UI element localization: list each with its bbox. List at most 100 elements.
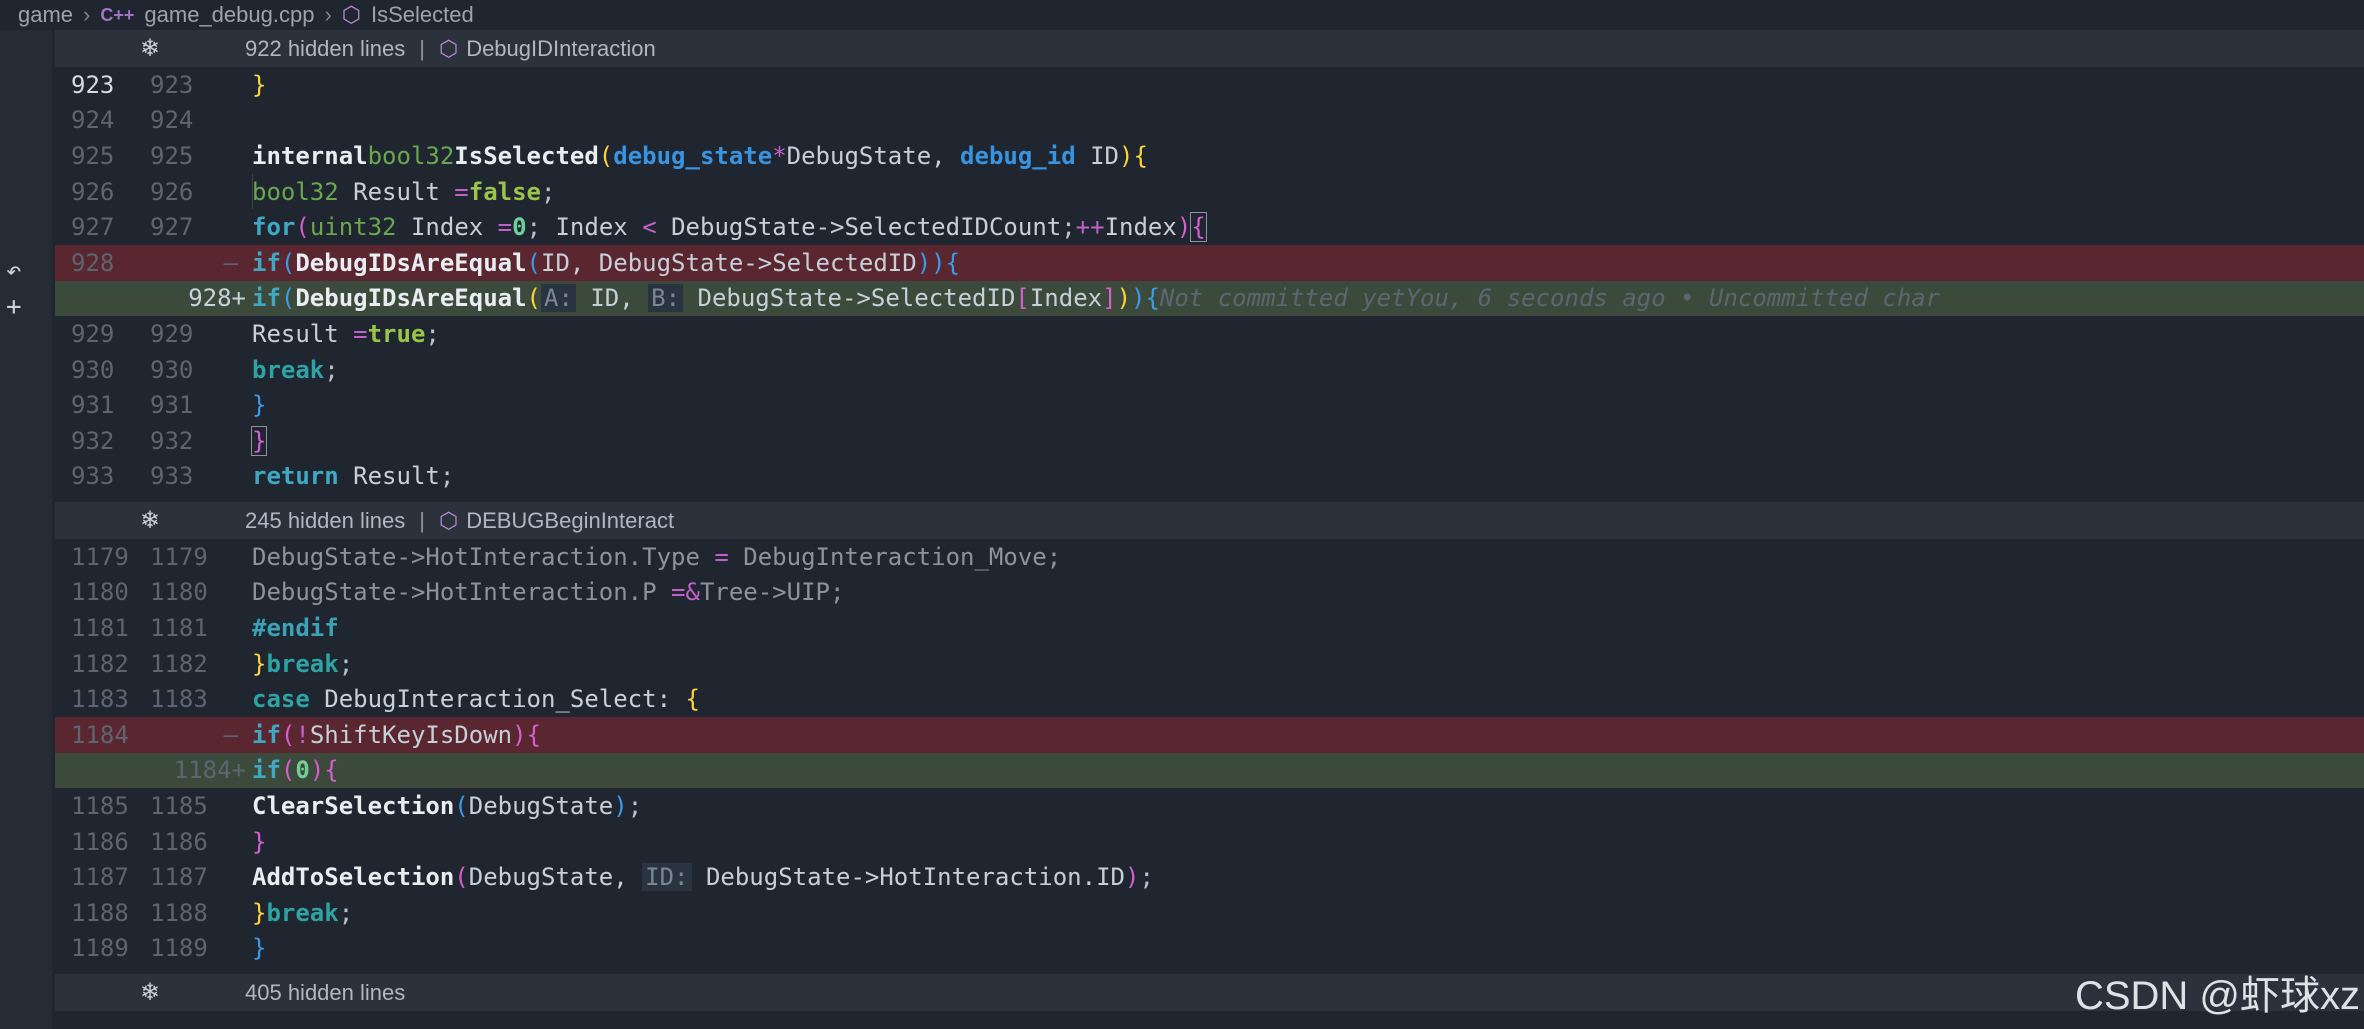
line-code[interactable]: if (DebugIDsAreEqual(ID, DebugState->Sel… [252, 245, 2364, 281]
line-code[interactable]: ClearSelection(DebugState); [252, 788, 2364, 824]
code-line[interactable]: 1180 1180 DebugState->HotInteraction.P =… [55, 575, 2364, 611]
code-line[interactable]: 931 931 } [55, 387, 2364, 423]
line-number-new: 1187 [150, 863, 208, 892]
line-code[interactable]: } [252, 931, 2364, 967]
line-number-new: 1180 [150, 578, 208, 607]
code-line[interactable]: 929 929 Result = true; [55, 316, 2364, 352]
line-number-old: 1184 [71, 720, 129, 749]
line-number-new: 1182 [150, 649, 208, 678]
code-line[interactable]: 932 932 } [55, 423, 2364, 459]
revert-change-icon[interactable]: ↶ [6, 256, 22, 286]
code-line[interactable]: 1182 1182 } break; [55, 646, 2364, 682]
code-line[interactable]: 926 926 bool32 Result = false; [55, 173, 2364, 210]
breadcrumb: game › C++ game_debug.cpp › ⬡ IsSelected [0, 0, 2364, 30]
folded-symbol: DebugIDInteraction [466, 35, 656, 61]
line-code[interactable]: DebugState->HotInteraction.Type = DebugI… [252, 539, 2364, 575]
separator: | [419, 507, 425, 533]
code-line[interactable]: 1187 1187 AddToSelection(DebugState, ID:… [55, 859, 2364, 895]
chevron-right-icon: › [324, 2, 332, 27]
line-number-old: 1179 [71, 542, 129, 571]
code-line[interactable]: 925 925 internal bool32 IsSelected(debug… [55, 138, 2364, 174]
line-number-new: 926 [150, 177, 194, 206]
line-code[interactable]: } [252, 67, 2364, 103]
code-line-deleted[interactable]: 928 — if (DebugIDsAreEqual(ID, DebugStat… [55, 245, 2364, 281]
code-line[interactable]: 927 927 for (uint32 Index = 0; Index < D… [55, 209, 2364, 245]
code-line[interactable]: 1189 1189 } [55, 931, 2364, 967]
separator: | [419, 35, 425, 61]
line-code[interactable] [252, 103, 2364, 139]
line-code[interactable]: internal bool32 IsSelected(debug_state *… [252, 138, 2364, 174]
line-number-new: 928+ [188, 284, 246, 313]
line-code[interactable]: AddToSelection(DebugState, ID: DebugStat… [252, 859, 2364, 895]
code-line[interactable]: 930 930 break; [55, 352, 2364, 388]
stage-change-icon[interactable]: + [6, 292, 22, 322]
line-code[interactable]: } break; [252, 646, 2364, 682]
line-number-old: 1189 [71, 934, 129, 963]
code-editor[interactable]: ❄ 922 hidden lines | ⬡ DebugIDInteractio… [55, 30, 2364, 1029]
line-code[interactable]: } [250, 423, 2364, 459]
line-code[interactable]: for (uint32 Index = 0; Index < DebugStat… [252, 209, 2364, 245]
line-number-old: 1183 [71, 685, 129, 714]
line-number-old: 1186 [71, 827, 129, 856]
folded-symbol: DEBUGBeginInteract [466, 507, 675, 533]
code-line[interactable]: 1179 1179 DebugState->HotInteraction.Typ… [55, 539, 2364, 575]
breadcrumb-file[interactable]: game_debug.cpp [144, 2, 314, 28]
line-code[interactable]: } break; [252, 895, 2364, 931]
code-line-added[interactable]: 928+ if (DebugIDsAreEqual(A: ID, B: Debu… [55, 280, 2364, 317]
line-code[interactable]: Result = true; [252, 316, 2364, 352]
folded-region[interactable]: ❄ 922 hidden lines | ⬡ DebugIDInteractio… [55, 30, 2364, 67]
line-number-new: 925 [150, 141, 194, 170]
line-code[interactable]: case DebugInteraction_Select: { [252, 681, 2364, 717]
line-number-old: 928 [71, 248, 115, 277]
line-code[interactable]: } [252, 824, 2364, 860]
line-code[interactable]: DebugState->HotInteraction.P = & Tree->UI… [252, 575, 2364, 611]
line-number-old: 1180 [71, 578, 129, 607]
folded-region[interactable]: ❄ 245 hidden lines | ⬡ DEBUGBeginInterac… [55, 502, 2364, 539]
line-code[interactable]: #endif [252, 610, 2364, 646]
line-number-new: — [223, 720, 238, 749]
line-number-new: 1181 [150, 613, 208, 642]
code-line[interactable]: 1185 1185 ClearSelection(DebugState); [55, 788, 2364, 824]
code-line[interactable]: 1186 1186 } [55, 824, 2364, 860]
watermark: CSDN @虾球xz [2074, 974, 2360, 1018]
hidden-lines-count: 245 hidden lines [245, 507, 406, 533]
code-line-added[interactable]: 1184+ if (0) { [55, 752, 2364, 789]
code-line[interactable]: 923 923 } [55, 67, 2364, 103]
line-number-new: 1189 [150, 934, 208, 963]
line-number-old: 923 [71, 70, 115, 99]
inline-blame-detail: You, 6 seconds ago • Uncommitted char [1405, 284, 1941, 313]
folded-region[interactable]: ❄ 405 hidden lines [55, 974, 2364, 1011]
line-number-old: 926 [71, 177, 115, 206]
line-number-new: 933 [150, 462, 194, 491]
line-code[interactable]: if (0) { [252, 753, 2364, 789]
unfold-icon[interactable]: ❄ [55, 506, 245, 535]
unfold-icon[interactable]: ❄ [55, 34, 245, 63]
line-number-old: 1185 [71, 791, 129, 820]
unfold-icon[interactable]: ❄ [55, 978, 245, 1007]
code-line[interactable]: 933 933 return Result; [55, 459, 2364, 495]
line-number-old: 933 [71, 462, 115, 491]
hidden-lines-count: 922 hidden lines [245, 35, 406, 61]
line-number-old: 931 [71, 391, 115, 420]
code-line[interactable]: 1183 1183 case DebugInteraction_Select: … [55, 681, 2364, 717]
line-code[interactable]: return Result; [252, 459, 2364, 495]
line-code[interactable]: break; [252, 352, 2364, 388]
line-code[interactable]: bool32 Result = false; [252, 173, 2364, 210]
symbol-method-icon: ⬡ [438, 35, 459, 61]
breadcrumb-symbol[interactable]: IsSelected [371, 2, 474, 28]
line-number-old: 924 [71, 106, 115, 135]
line-code[interactable]: if (! ShiftKeyIsDown) { [252, 717, 2364, 753]
line-code[interactable]: if (DebugIDsAreEqual(A: ID, B: DebugStat… [252, 281, 2364, 317]
code-line[interactable]: 1181 1181 #endif [55, 610, 2364, 646]
breadcrumb-folder[interactable]: game [18, 2, 73, 28]
line-number-new: — [223, 248, 238, 277]
code-line[interactable]: 1188 1188 } break; [55, 895, 2364, 931]
symbol-method-icon: ⬡ [438, 507, 459, 533]
chevron-right-icon: › [83, 2, 91, 27]
line-code[interactable]: } [252, 387, 2364, 423]
code-line-deleted[interactable]: 1184 — if (! ShiftKeyIsDown) { [55, 717, 2364, 753]
line-number-new: 1186 [150, 827, 208, 856]
line-number-new: 927 [150, 213, 194, 242]
code-line[interactable]: 924 924 [55, 103, 2364, 139]
symbol-method-icon: ⬡ [341, 2, 361, 27]
